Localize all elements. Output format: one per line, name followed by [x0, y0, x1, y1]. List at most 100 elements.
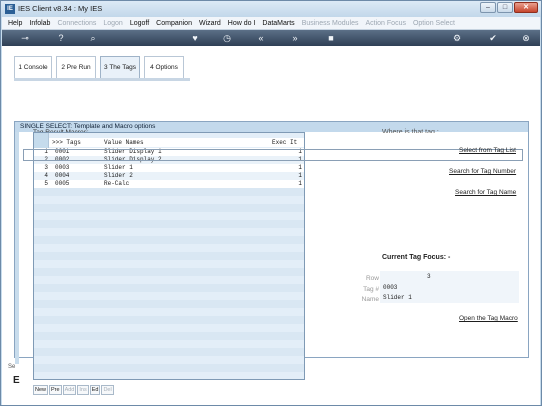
- tab-options[interactable]: 4 Options: [144, 56, 184, 78]
- clock-icon[interactable]: ◷: [220, 32, 234, 44]
- exec-cell: 1: [298, 164, 302, 171]
- search-tag-name-link[interactable]: Search for Tag Name: [455, 189, 516, 196]
- app-window: IE IES Client v8.34 : My IES – □ ✕ Help …: [0, 0, 542, 406]
- menu-companion[interactable]: Companion: [156, 20, 192, 27]
- empty-table-row[interactable]: [34, 348, 304, 356]
- exec-cell: 1: [298, 172, 302, 179]
- where-is-tag-label: Where is that tag :: [382, 129, 439, 133]
- tag-cell: 0004: [55, 172, 70, 179]
- tab-pre-run[interactable]: 2 Pre Run: [56, 56, 96, 78]
- selected-row-highlight: [23, 149, 523, 161]
- toolbar: ⊸ ? ⌕ ♥ ◷ « » ■ ⚙ ✔ ⊗: [2, 30, 540, 46]
- menu-how-do-i[interactable]: How do I: [228, 20, 256, 27]
- search-icon[interactable]: ⌕: [86, 32, 100, 44]
- menu-help[interactable]: Help: [8, 20, 22, 27]
- row-number: 3: [44, 164, 48, 171]
- ins-button[interactable]: Ins: [77, 385, 89, 395]
- tab-console[interactable]: 1 Console: [14, 56, 52, 78]
- empty-table-row[interactable]: [34, 316, 304, 324]
- search-tag-number-link[interactable]: Search for Tag Number: [449, 168, 516, 175]
- empty-table-row[interactable]: [34, 324, 304, 332]
- focus-tag-value: 0003: [383, 284, 398, 291]
- focus-tag-label: Tag #: [363, 286, 379, 293]
- title-bar: IE IES Client v8.34 : My IES – □ ✕: [1, 1, 541, 17]
- table-row[interactable]: 4 0004 Slider 2 1: [34, 172, 304, 180]
- focus-row-label: Row: [365, 275, 379, 282]
- menu-logoff[interactable]: Logoff: [130, 20, 149, 27]
- empty-table-row[interactable]: [34, 268, 304, 276]
- help-icon[interactable]: ?: [54, 32, 68, 44]
- menu-logon[interactable]: Logon: [103, 20, 122, 27]
- close-window-button[interactable]: ✕: [514, 2, 538, 13]
- background-letter: E: [13, 375, 20, 386]
- dialog-left-strip: [15, 132, 19, 364]
- minimize-button[interactable]: –: [480, 2, 496, 13]
- del-button[interactable]: Del: [101, 385, 114, 395]
- ed-button[interactable]: Ed: [89, 385, 101, 395]
- select-from-tag-list-link[interactable]: Select from Tag List: [459, 147, 516, 154]
- menu-datamarts[interactable]: DataMarts: [262, 20, 294, 27]
- menu-bar: Help Infolab Connections Logon Logoff Co…: [2, 17, 540, 30]
- tab-the-tags[interactable]: 3 The Tags: [100, 56, 140, 78]
- empty-table-row[interactable]: [34, 300, 304, 308]
- empty-table-row[interactable]: [34, 372, 304, 379]
- empty-table-row[interactable]: [34, 292, 304, 300]
- menu-wizard[interactable]: Wizard: [199, 20, 221, 27]
- menu-option-select[interactable]: Option Select: [413, 20, 455, 27]
- empty-table-row[interactable]: [34, 364, 304, 372]
- empty-table-row[interactable]: [34, 212, 304, 220]
- menu-connections[interactable]: Connections: [57, 20, 96, 27]
- table-row[interactable]: 3 0003 Slider 1 1: [34, 164, 304, 172]
- empty-table-row[interactable]: [34, 332, 304, 340]
- row-number: 4: [44, 172, 48, 179]
- gear-icon[interactable]: ⚙: [450, 32, 464, 44]
- empty-table-row[interactable]: [34, 260, 304, 268]
- empty-table-row[interactable]: [34, 252, 304, 260]
- pre-button[interactable]: Pre: [49, 385, 62, 395]
- header-exec-it: Exec It: [272, 139, 298, 146]
- focus-name-value: Slider 1: [383, 294, 412, 301]
- new-button[interactable]: New: [33, 385, 49, 395]
- empty-table-row[interactable]: [34, 308, 304, 316]
- stop-icon[interactable]: ■: [324, 32, 338, 44]
- tab-underline: [14, 78, 190, 81]
- header-tags: >>> Tags: [52, 139, 81, 146]
- tag-cell: 0003: [55, 164, 70, 171]
- empty-table-row[interactable]: [34, 196, 304, 204]
- empty-table-row[interactable]: [34, 228, 304, 236]
- tags-grid[interactable]: >>> Tags Value Names Exec It 1 0001 Slider…: [33, 132, 305, 380]
- fast-forward-icon[interactable]: »: [288, 32, 302, 44]
- empty-table-row[interactable]: [34, 244, 304, 252]
- empty-table-row[interactable]: [34, 284, 304, 292]
- ies-app-icon: IE: [5, 4, 15, 14]
- value-name-cell: Slider 2: [104, 172, 133, 179]
- open-tag-macro-link[interactable]: Open the Tag Macro: [459, 315, 518, 322]
- menu-infolab[interactable]: Infolab: [29, 20, 50, 27]
- empty-table-row[interactable]: [34, 188, 304, 196]
- value-name-cell: Slider 1: [104, 164, 133, 171]
- empty-table-row[interactable]: [34, 204, 304, 212]
- empty-table-row[interactable]: [34, 220, 304, 228]
- check-icon[interactable]: ✔: [486, 32, 500, 44]
- key-icon[interactable]: ⊸: [16, 32, 34, 44]
- menu-action-focus[interactable]: Action Focus: [366, 20, 406, 27]
- grid-header: >>> Tags Value Names Exec It: [49, 138, 304, 147]
- header-value-names: Value Names: [104, 139, 144, 146]
- tag-cell: 0005: [55, 180, 70, 187]
- heart-icon[interactable]: ♥: [188, 32, 202, 44]
- empty-table-row[interactable]: [34, 340, 304, 348]
- exec-cell: 1: [298, 180, 302, 187]
- empty-table-row[interactable]: [34, 276, 304, 284]
- empty-table-row[interactable]: [34, 236, 304, 244]
- close-icon[interactable]: ⊗: [519, 32, 533, 44]
- menu-business-modules[interactable]: Business Modules: [302, 20, 359, 27]
- table-row[interactable]: 5 0005 Re-Calc 1: [34, 180, 304, 188]
- empty-table-row[interactable]: [34, 356, 304, 364]
- background-label: Se: [8, 364, 16, 370]
- maximize-button[interactable]: □: [497, 2, 513, 13]
- rewind-icon[interactable]: «: [254, 32, 268, 44]
- add-button[interactable]: Add: [62, 385, 77, 395]
- window-title: IES Client v8.34 : My IES: [18, 4, 103, 13]
- grid-nav-buttons: New Pre Add Ins Ed Del: [33, 385, 114, 395]
- value-name-cell: Re-Calc: [104, 180, 130, 187]
